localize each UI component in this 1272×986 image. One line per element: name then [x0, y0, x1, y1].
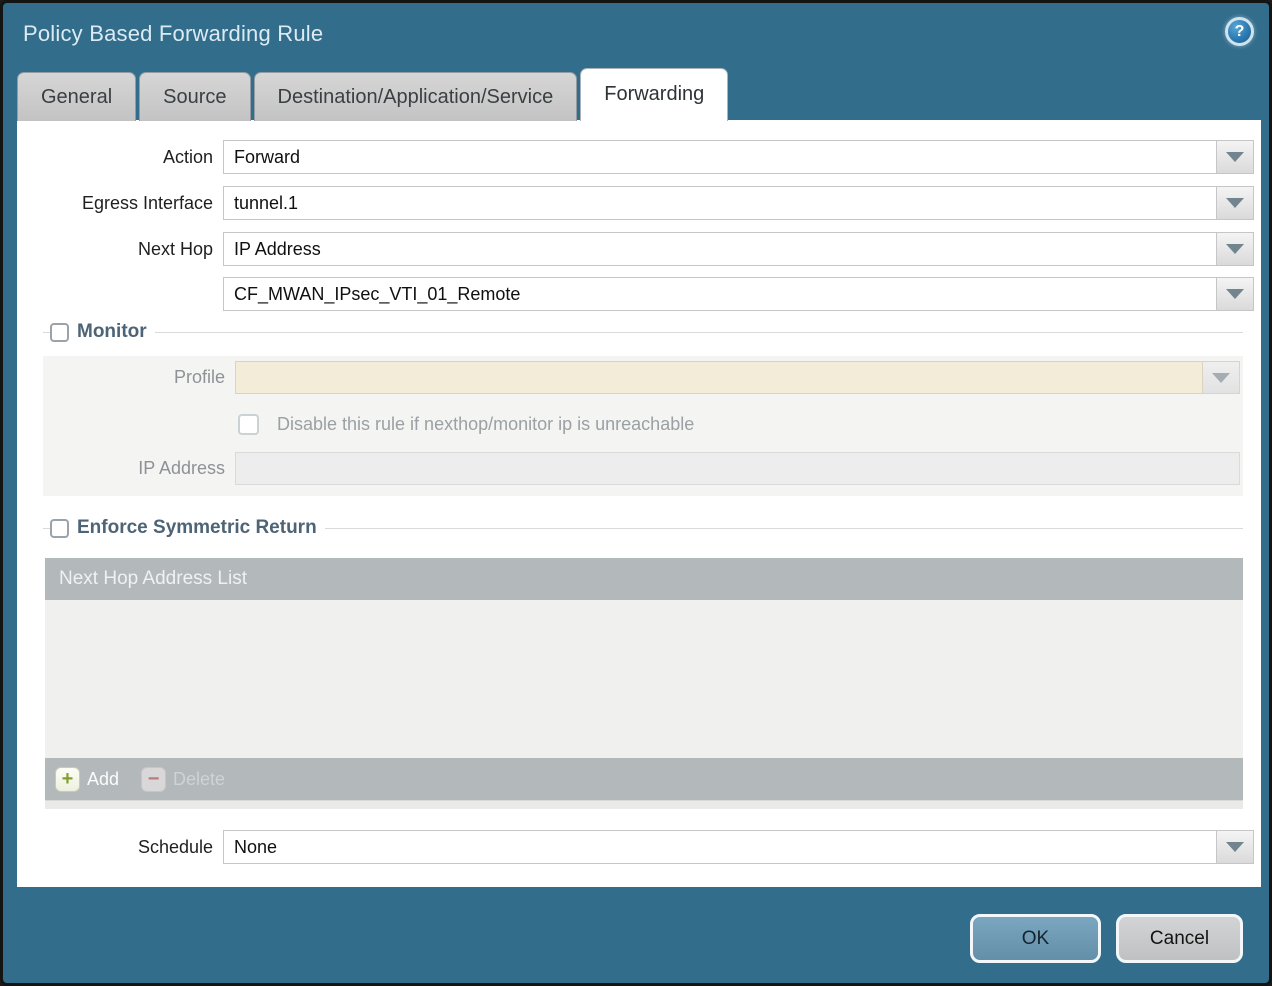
monitor-ip-row: IP Address — [43, 452, 235, 485]
tab-content-forwarding: Action Forward Egress Interface tunnel.1… — [17, 120, 1261, 887]
help-icon[interactable]: ? — [1225, 17, 1254, 46]
egress-interface-value[interactable]: tunnel.1 — [223, 186, 1217, 220]
monitor-ip-label: IP Address — [43, 458, 235, 479]
divider — [325, 528, 1243, 529]
policy-based-forwarding-dialog: Policy Based Forwarding Rule ? General S… — [0, 0, 1272, 986]
monitor-section-header: Monitor — [43, 321, 1243, 343]
next-hop-address-table: Next Hop Address List + Add − Delete — [45, 558, 1243, 809]
next-hop-address-value[interactable]: CF_MWAN_IPsec_VTI_01_Remote — [223, 277, 1217, 311]
schedule-dropdown-button[interactable] — [1217, 830, 1254, 864]
egress-interface-label: Egress Interface — [17, 193, 223, 214]
action-dropdown-button[interactable] — [1217, 140, 1254, 174]
divider — [155, 332, 1243, 333]
chevron-down-icon — [1226, 289, 1244, 299]
ok-button[interactable]: OK — [970, 914, 1101, 963]
monitor-legend: Monitor — [77, 321, 147, 343]
egress-interface-dropdown-button[interactable] — [1217, 186, 1254, 220]
egress-interface-row: Egress Interface — [17, 186, 223, 220]
next-hop-type-value[interactable]: IP Address — [223, 232, 1217, 266]
monitor-ip-value — [235, 452, 1240, 485]
profile-dropdown-button — [1203, 361, 1240, 394]
schedule-value[interactable]: None — [223, 830, 1217, 864]
tab-forwarding[interactable]: Forwarding — [580, 68, 728, 121]
schedule-label: Schedule — [17, 837, 223, 858]
schedule-row: Schedule — [17, 830, 223, 864]
tab-source[interactable]: Source — [139, 72, 250, 121]
next-hop-address-dropdown-button[interactable] — [1217, 277, 1254, 311]
divider — [43, 332, 50, 333]
add-button-label: Add — [87, 769, 119, 790]
schedule-dropdown[interactable]: None — [223, 830, 1254, 864]
dialog-title: Policy Based Forwarding Rule — [23, 21, 323, 47]
divider — [43, 528, 50, 529]
table-body-empty[interactable] — [45, 600, 1243, 758]
chevron-down-icon — [1226, 244, 1244, 254]
action-value[interactable]: Forward — [223, 140, 1217, 174]
table-header-label: Next Hop Address List — [59, 568, 247, 590]
profile-dropdown — [235, 361, 1240, 394]
next-hop-address-dropdown[interactable]: CF_MWAN_IPsec_VTI_01_Remote — [223, 277, 1254, 311]
profile-label: Profile — [43, 367, 235, 388]
minus-icon: − — [141, 767, 166, 792]
delete-button: − Delete — [141, 767, 225, 792]
table-header: Next Hop Address List — [45, 558, 1243, 600]
chevron-down-icon — [1212, 373, 1230, 383]
symmetric-return-legend: Enforce Symmetric Return — [77, 517, 317, 539]
next-hop-type-dropdown-button[interactable] — [1217, 232, 1254, 266]
profile-row: Profile — [43, 361, 235, 394]
next-hop-label: Next Hop — [17, 239, 223, 260]
delete-button-label: Delete — [173, 769, 225, 790]
next-hop-row: Next Hop — [17, 232, 223, 266]
symmetric-return-checkbox[interactable] — [50, 519, 69, 538]
cancel-button[interactable]: Cancel — [1116, 914, 1243, 963]
next-hop-type-dropdown[interactable]: IP Address — [223, 232, 1254, 266]
chevron-down-icon — [1226, 152, 1244, 162]
profile-value — [235, 361, 1203, 394]
monitor-ip-field — [235, 452, 1240, 485]
plus-icon: + — [55, 767, 80, 792]
tab-general[interactable]: General — [17, 72, 136, 121]
action-row: Action — [17, 140, 223, 174]
disable-rule-label: Disable this rule if nexthop/monitor ip … — [277, 414, 694, 435]
egress-interface-dropdown[interactable]: tunnel.1 — [223, 186, 1254, 220]
monitor-checkbox[interactable] — [50, 323, 69, 342]
chevron-down-icon — [1226, 842, 1244, 852]
add-button[interactable]: + Add — [55, 767, 119, 792]
tab-bar: General Source Destination/Application/S… — [17, 71, 728, 121]
table-bottom-strip — [45, 800, 1243, 809]
action-dropdown[interactable]: Forward — [223, 140, 1254, 174]
symmetric-return-section-header: Enforce Symmetric Return — [43, 517, 1243, 539]
tab-destination-application-service[interactable]: Destination/Application/Service — [254, 72, 578, 121]
disable-rule-row: Disable this rule if nexthop/monitor ip … — [238, 408, 694, 441]
action-label: Action — [17, 147, 223, 168]
monitor-panel: Profile Disable this rule if nexthop/mon… — [43, 356, 1243, 496]
chevron-down-icon — [1226, 198, 1244, 208]
disable-rule-checkbox — [238, 414, 259, 435]
table-toolbar: + Add − Delete — [45, 758, 1243, 800]
